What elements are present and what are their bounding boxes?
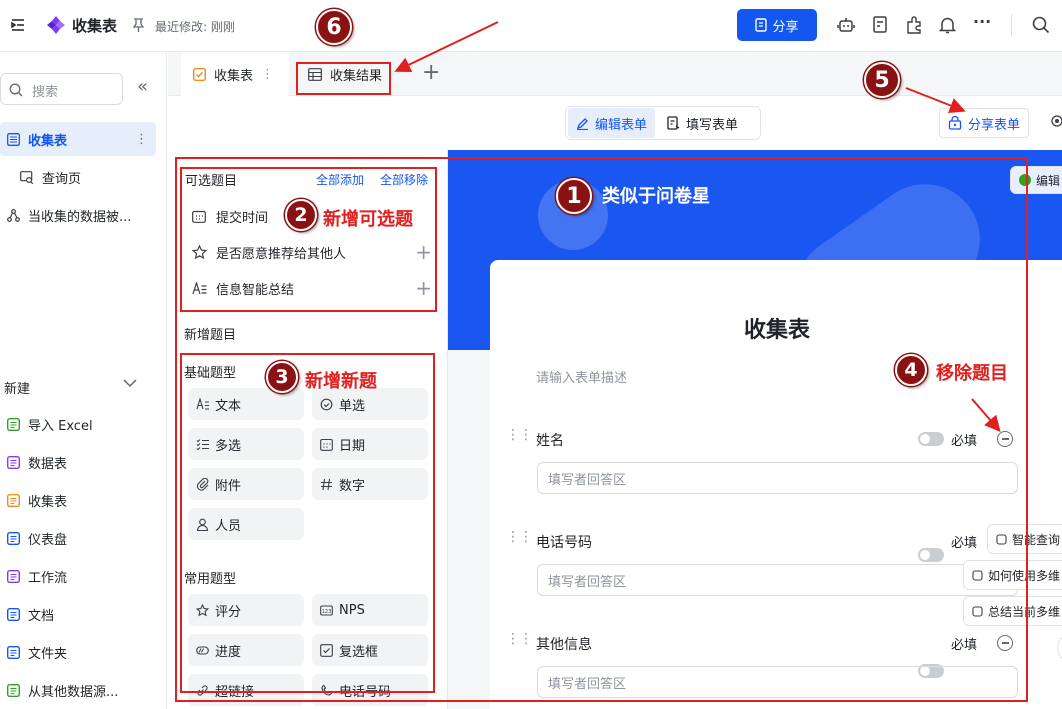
annotation-arrows [394, 21, 1001, 433]
